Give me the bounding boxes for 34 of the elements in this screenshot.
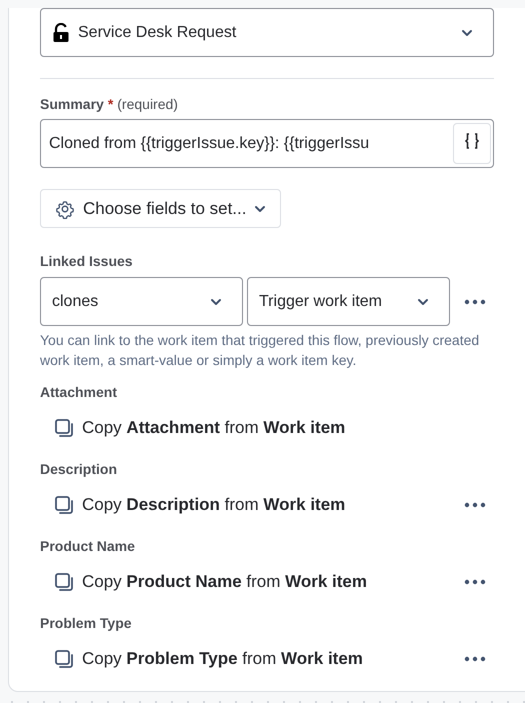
chevron-down-icon <box>210 298 222 306</box>
help-text: You can link to the work item that triggered this flow, previously created work item, a smart-value or simply a work item key. <box>40 331 480 370</box>
field-label: Description <box>40 460 118 478</box>
choose-fields-button[interactable]: Choose fields to set... <box>40 189 282 228</box>
braces-icon <box>462 131 482 151</box>
copy-field-text: Copy Description from Work item <box>82 495 346 515</box>
more-icon <box>464 502 486 508</box>
field-label: Problem Type <box>40 614 133 632</box>
more-icon <box>464 656 486 662</box>
copy-field-text: Copy Attachment from Work item <box>82 418 346 438</box>
settings-icon <box>55 198 75 218</box>
unlocked-padlock-icon <box>52 22 70 42</box>
smart-value-button[interactable] <box>453 123 491 164</box>
chevron-down-icon <box>417 298 429 306</box>
field-label: Linked Issues <box>40 252 133 270</box>
chevron-down-icon <box>254 204 266 212</box>
chevron-down-icon <box>461 28 473 36</box>
more-icon <box>464 298 486 304</box>
field-label: Summary <box>40 95 104 113</box>
field-label: Attachment <box>40 383 118 401</box>
dropdown-select[interactable]: Trigger work item <box>247 277 450 326</box>
more-icon <box>464 579 486 585</box>
copy-field-text: Copy Problem Type from Work item <box>82 649 364 669</box>
copy-icon <box>54 649 74 669</box>
required-hint: (required) <box>117 95 178 113</box>
dropdown-select[interactable]: clones <box>40 277 243 326</box>
required-mark: * <box>108 95 114 113</box>
summary-field[interactable]: Cloned from {{triggerIssue.key}}: {{triggerIssu <box>40 119 494 168</box>
copy-icon <box>54 418 74 438</box>
copy-icon <box>54 495 74 515</box>
field-label: Product Name <box>40 537 136 555</box>
copy-icon <box>54 572 74 592</box>
copy-field-text: Copy Product Name from Work item <box>82 572 368 592</box>
dropdown-select[interactable]: Service Desk Request <box>40 8 494 57</box>
